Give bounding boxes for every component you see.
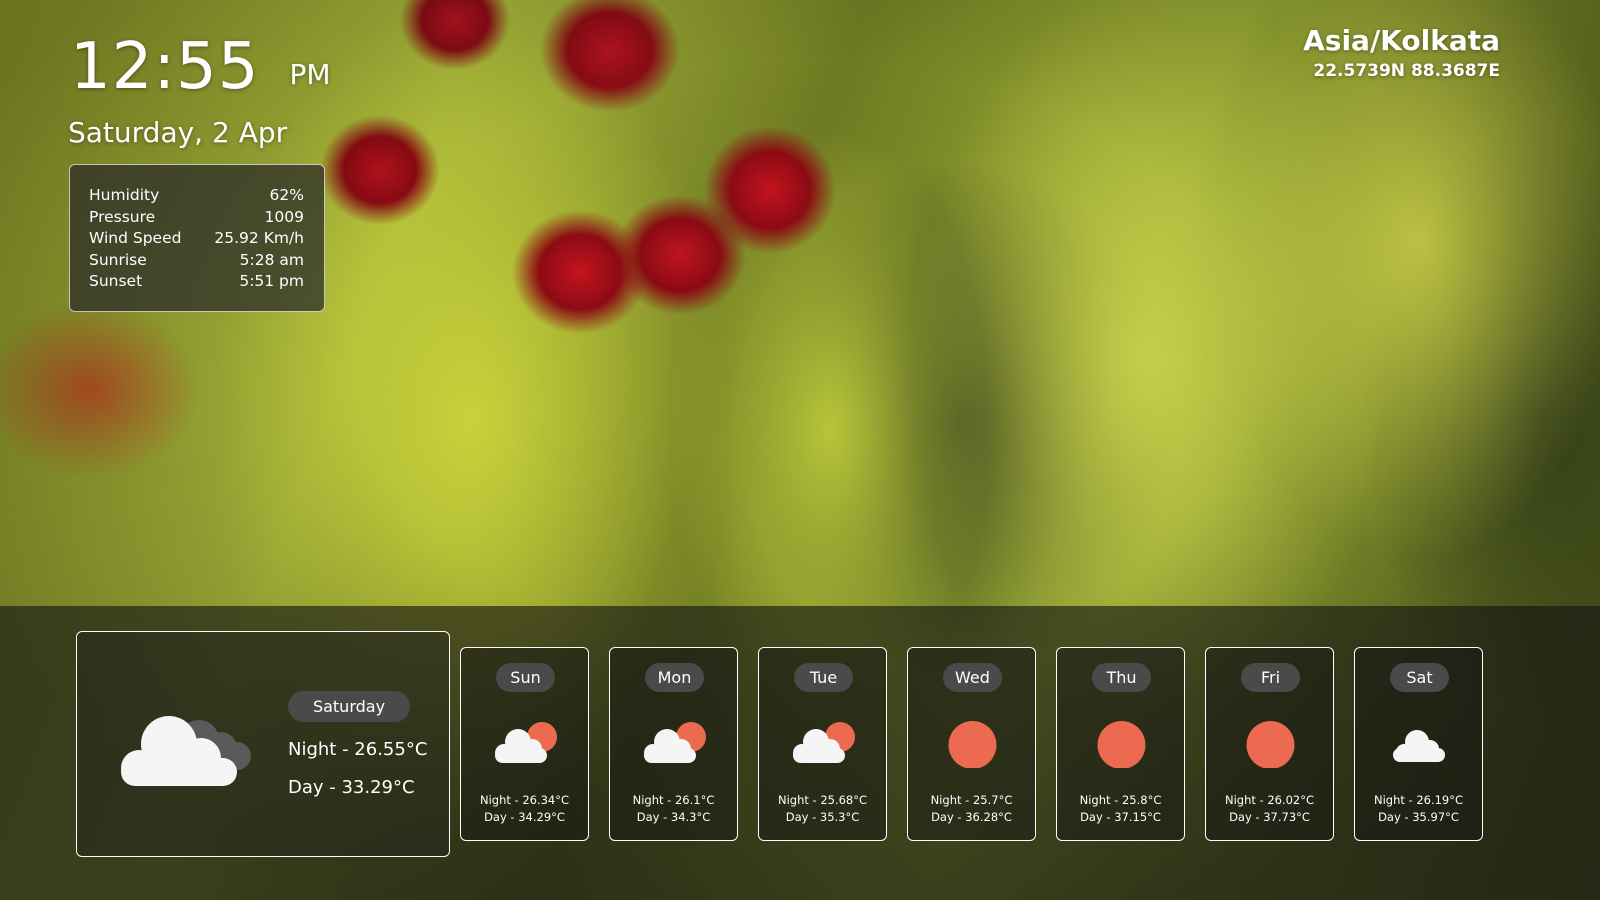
sun-icon: [1246, 721, 1295, 768]
forecast-night-temp: Night - 26.19°C: [1373, 793, 1464, 807]
coordinates-label: 22.5739N 88.3687E: [1313, 61, 1500, 81]
stat-value: 25.92 Km/h: [214, 229, 304, 247]
stat-row-humidity: Humidity 62%: [89, 185, 304, 207]
today-night-temp: Night - 26.55°C: [288, 739, 428, 760]
stat-label: Wind Speed: [89, 229, 182, 247]
stat-label: Sunset: [89, 272, 143, 290]
forecast-day-label: Sat: [1390, 663, 1449, 692]
stat-value: 1009: [264, 207, 304, 226]
forecast-temps: Night - 26.19°C Day - 35.97°C: [1355, 792, 1482, 826]
weather-details-panel: Humidity 62% Pressure 1009 Wind Speed 25…: [69, 164, 325, 312]
sun-icon: [948, 721, 997, 768]
forecast-night-temp: Night - 26.02°C: [1224, 793, 1315, 807]
sun-icon: [1097, 721, 1146, 768]
forecast-temps: Night - 25.8°C Day - 37.15°C: [1057, 792, 1184, 826]
forecast-panel: Saturday Night - 26.55°C Day - 33.29°C S…: [0, 606, 1600, 900]
forecast-card-sun: Sun Night - 26.34°C Day - 34.29°C: [460, 647, 589, 841]
stat-value: 5:51 pm: [239, 272, 304, 290]
forecast-temps: Night - 26.02°C Day - 37.73°C: [1206, 792, 1333, 826]
stat-label: Humidity: [89, 186, 160, 204]
forecast-temps: Night - 25.68°C Day - 35.3°C: [759, 792, 886, 826]
stat-row-sunset: Sunset 5:51 pm: [89, 271, 304, 293]
partly-cloudy-icon: [793, 722, 855, 763]
forecast-card-mon: Mon Night - 26.1°C Day - 34.3°C: [609, 647, 738, 841]
forecast-card-fri: Fri Night - 26.02°C Day - 37.73°C: [1205, 647, 1334, 841]
partly-cloudy-icon: [495, 722, 557, 763]
forecast-day-label: Mon: [645, 663, 704, 692]
forecast-day-temp: Day - 35.3°C: [785, 810, 860, 824]
timezone-label: Asia/Kolkata: [1303, 24, 1500, 57]
forecast-card-thu: Thu Night - 25.8°C Day - 37.15°C: [1056, 647, 1185, 841]
today-day-temp: Day - 33.29°C: [288, 777, 415, 798]
forecast-day-temp: Day - 37.15°C: [1080, 810, 1161, 824]
forecast-day-temp: Day - 34.3°C: [636, 810, 711, 824]
stat-row-pressure: Pressure 1009: [89, 207, 304, 229]
clock: 12:55 PM: [70, 30, 330, 104]
stat-label: Sunrise: [89, 250, 147, 269]
forecast-day-temp: Day - 35.97°C: [1378, 810, 1459, 824]
forecast-temps: Night - 25.7°C Day - 36.28°C: [908, 792, 1035, 826]
forecast-night-temp: Night - 25.8°C: [1079, 793, 1162, 807]
partly-cloudy-icon: [644, 722, 706, 763]
cloud-icon: [1393, 730, 1445, 762]
forecast-temps: Night - 26.34°C Day - 34.29°C: [461, 792, 588, 826]
stat-value: 5:28 am: [239, 250, 304, 269]
today-day-label: Saturday: [288, 691, 410, 722]
forecast-card-tue: Tue Night - 25.68°C Day - 35.3°C: [758, 647, 887, 841]
stat-label: Pressure: [89, 207, 156, 226]
stat-row-wind-speed: Wind Speed 25.92 Km/h: [89, 228, 304, 250]
clock-time: 12:55: [70, 30, 260, 104]
forecast-day-label: Fri: [1241, 663, 1300, 692]
clock-ampm: PM: [289, 58, 331, 91]
forecast-night-temp: Night - 25.68°C: [777, 793, 868, 807]
today-weather-card: Saturday Night - 26.55°C Day - 33.29°C: [76, 631, 450, 857]
forecast-night-temp: Night - 26.34°C: [479, 793, 570, 807]
location-info: Asia/Kolkata 22.5739N 88.3687E: [1303, 24, 1500, 81]
forecast-card-wed: Wed Night - 25.7°C Day - 36.28°C: [907, 647, 1036, 841]
forecast-day-label: Thu: [1092, 663, 1151, 692]
forecast-day-temp: Day - 37.73°C: [1229, 810, 1310, 824]
forecast-day-label: Tue: [794, 663, 853, 692]
forecast-night-temp: Night - 25.7°C: [930, 793, 1013, 807]
forecast-day-label: Wed: [943, 663, 1002, 692]
forecast-temps: Night - 26.1°C Day - 34.3°C: [610, 792, 737, 826]
forecast-card-sat: Sat Night - 26.19°C Day - 35.97°C: [1354, 647, 1483, 841]
stat-value: 62%: [269, 186, 304, 204]
forecast-day-temp: Day - 36.28°C: [931, 810, 1012, 824]
forecast-day-label: Sun: [496, 663, 555, 692]
forecast-night-temp: Night - 26.1°C: [632, 793, 715, 807]
clock-date: Saturday, 2 Apr: [68, 116, 288, 149]
cloudy-icon: [121, 716, 251, 786]
stat-row-sunrise: Sunrise 5:28 am: [89, 250, 304, 272]
forecast-day-temp: Day - 34.29°C: [484, 810, 565, 824]
